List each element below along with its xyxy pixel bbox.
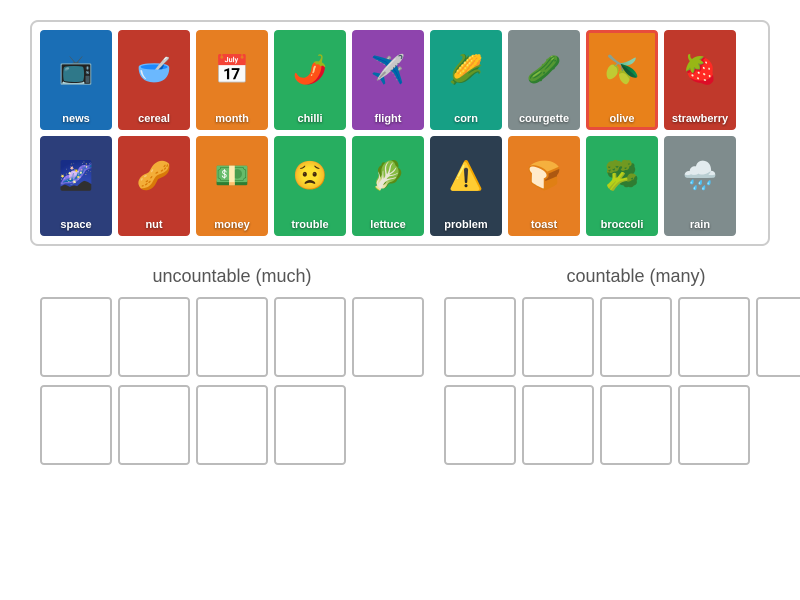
dropzone-cell[interactable]	[444, 385, 516, 465]
card-label-courgette: courgette	[511, 111, 577, 127]
card-flight[interactable]: ✈️ flight	[352, 30, 424, 130]
card-toast[interactable]: 🍞 toast	[508, 136, 580, 236]
card-label-olive: olive	[589, 111, 655, 127]
dropzone-cell[interactable]	[40, 297, 112, 377]
dropzone-cell[interactable]	[274, 297, 346, 377]
card-image-money: 💵	[199, 139, 265, 211]
cards-row-2: 🌌 space 🥜 nut 💵 money 😟 trouble 🥬 lettuc…	[40, 136, 760, 236]
card-news[interactable]: 📺 news	[40, 30, 112, 130]
card-image-nut: 🥜	[121, 139, 187, 211]
dropzone-cell[interactable]	[522, 297, 594, 377]
card-label-flight: flight	[355, 111, 421, 127]
card-image-lettuce: 🥬	[355, 139, 421, 211]
dropzone-cell[interactable]	[196, 385, 268, 465]
dropzone-cell[interactable]	[678, 385, 750, 465]
card-image-broccoli: 🥦	[589, 139, 655, 211]
card-space[interactable]: 🌌 space	[40, 136, 112, 236]
card-label-lettuce: lettuce	[355, 217, 421, 233]
dropzone-cell[interactable]	[444, 297, 516, 377]
dropzone-cell[interactable]	[756, 297, 800, 377]
card-image-space: 🌌	[43, 139, 109, 211]
card-label-problem: problem	[433, 217, 499, 233]
card-image-chilli: 🌶️	[277, 33, 343, 105]
card-chilli[interactable]: 🌶️ chilli	[274, 30, 346, 130]
card-olive[interactable]: 🫒 olive	[586, 30, 658, 130]
card-problem[interactable]: ⚠️ problem	[430, 136, 502, 236]
dropzone-cell[interactable]	[196, 297, 268, 377]
card-label-money: money	[199, 217, 265, 233]
dropzone-cell[interactable]	[600, 297, 672, 377]
dropzone-cell[interactable]	[40, 385, 112, 465]
card-label-cereal: cereal	[121, 111, 187, 127]
card-month[interactable]: 📅 month	[196, 30, 268, 130]
card-label-broccoli: broccoli	[589, 217, 655, 233]
card-image-corn: 🌽	[433, 33, 499, 105]
cards-container: 📺 news 🥣 cereal 📅 month 🌶️ chilli ✈️ fli…	[30, 20, 770, 246]
card-image-trouble: 😟	[277, 139, 343, 211]
card-image-cereal: 🥣	[121, 33, 187, 105]
card-image-rain: 🌧️	[667, 139, 733, 211]
card-broccoli[interactable]: 🥦 broccoli	[586, 136, 658, 236]
countable-title: countable (many)	[444, 266, 800, 287]
dropzone-cell[interactable]	[118, 297, 190, 377]
uncountable-row1	[40, 297, 424, 377]
card-courgette[interactable]: 🥒 courgette	[508, 30, 580, 130]
dropzone-cell[interactable]	[352, 297, 424, 377]
card-rain[interactable]: 🌧️ rain	[664, 136, 736, 236]
card-label-rain: rain	[667, 217, 733, 233]
card-label-space: space	[43, 217, 109, 233]
cards-row-1: 📺 news 🥣 cereal 📅 month 🌶️ chilli ✈️ fli…	[40, 30, 760, 130]
countable-row1	[444, 297, 800, 377]
card-image-courgette: 🥒	[511, 33, 577, 105]
card-image-strawberry: 🍓	[667, 33, 733, 105]
card-trouble[interactable]: 😟 trouble	[274, 136, 346, 236]
dropzone-cell[interactable]	[678, 297, 750, 377]
countable-rows	[444, 297, 800, 465]
card-label-trouble: trouble	[277, 217, 343, 233]
card-label-news: news	[43, 111, 109, 127]
card-cereal[interactable]: 🥣 cereal	[118, 30, 190, 130]
card-label-chilli: chilli	[277, 111, 343, 127]
card-strawberry[interactable]: 🍓 strawberry	[664, 30, 736, 130]
dropzone-cell[interactable]	[118, 385, 190, 465]
main-container: 📺 news 🥣 cereal 📅 month 🌶️ chilli ✈️ fli…	[0, 0, 800, 485]
card-label-month: month	[199, 111, 265, 127]
dropzones-section: uncountable (much) countable (many)	[30, 266, 770, 465]
uncountable-rows	[40, 297, 424, 465]
uncountable-group: uncountable (much)	[40, 266, 424, 465]
card-corn[interactable]: 🌽 corn	[430, 30, 502, 130]
card-image-news: 📺	[43, 33, 109, 105]
countable-row2	[444, 385, 800, 465]
card-lettuce[interactable]: 🥬 lettuce	[352, 136, 424, 236]
card-nut[interactable]: 🥜 nut	[118, 136, 190, 236]
card-label-toast: toast	[511, 217, 577, 233]
card-money[interactable]: 💵 money	[196, 136, 268, 236]
dropzone-cell[interactable]	[600, 385, 672, 465]
dropzone-cell[interactable]	[274, 385, 346, 465]
card-label-strawberry: strawberry	[667, 111, 733, 127]
card-label-nut: nut	[121, 217, 187, 233]
card-image-toast: 🍞	[511, 139, 577, 211]
card-image-month: 📅	[199, 33, 265, 105]
countable-group: countable (many)	[444, 266, 800, 465]
card-image-problem: ⚠️	[433, 139, 499, 211]
uncountable-row2	[40, 385, 424, 465]
card-image-flight: ✈️	[355, 33, 421, 105]
card-image-olive: 🫒	[589, 33, 655, 105]
dropzone-cell[interactable]	[522, 385, 594, 465]
uncountable-title: uncountable (much)	[40, 266, 424, 287]
card-label-corn: corn	[433, 111, 499, 127]
